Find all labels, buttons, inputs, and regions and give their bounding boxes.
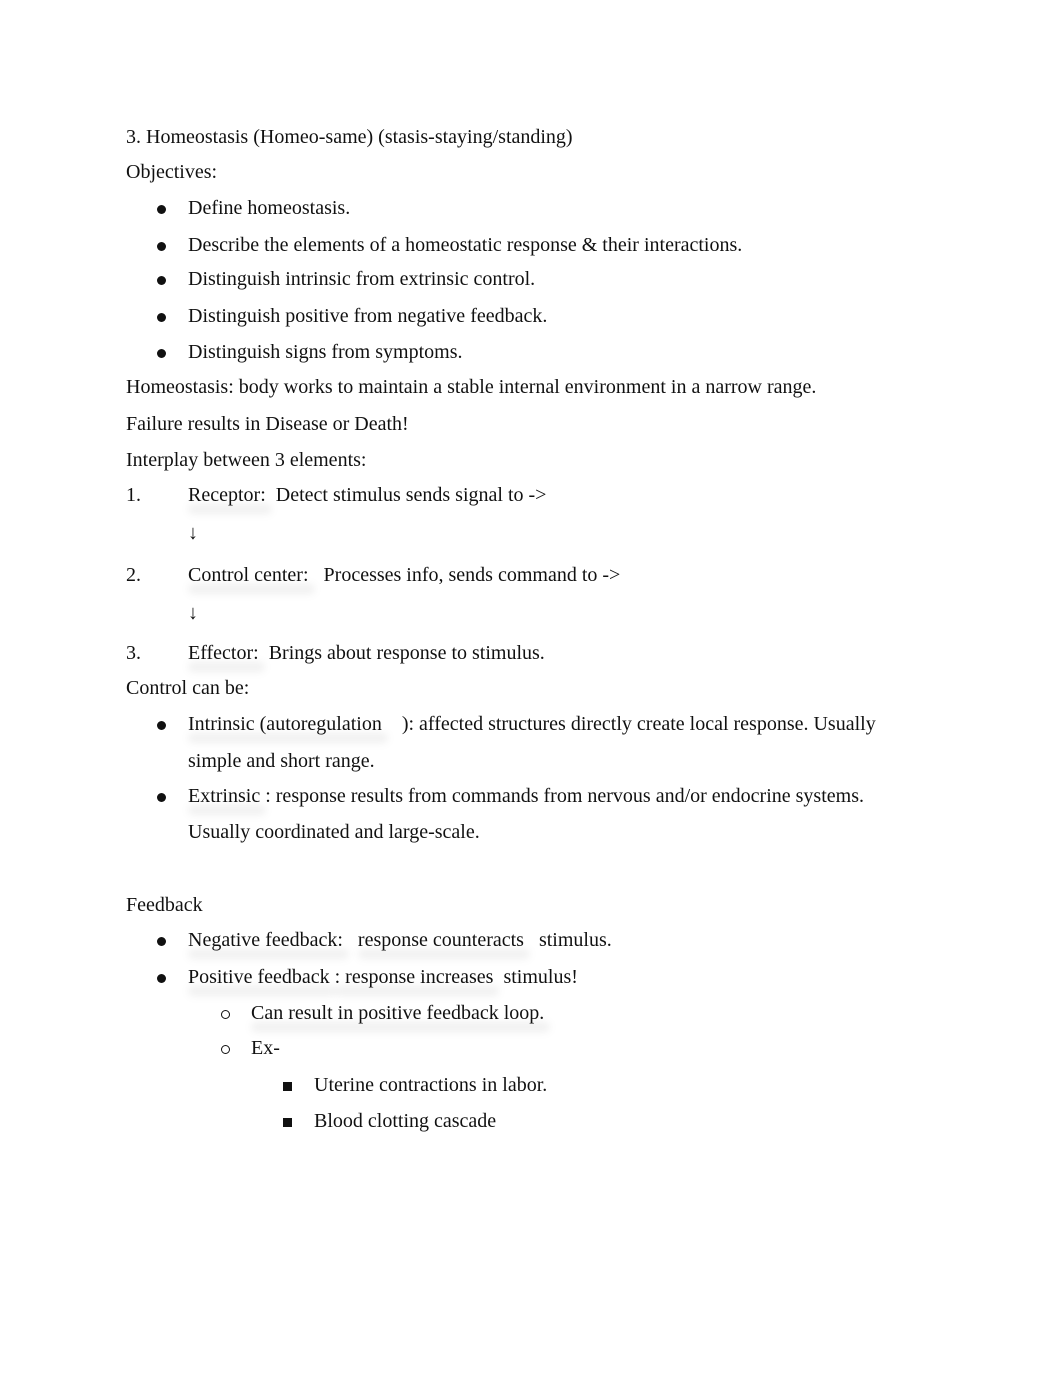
objective-item: Distinguish signs from symptoms. xyxy=(188,341,463,363)
sub-item: Ex- xyxy=(251,1037,280,1059)
element-term: Receptor: xyxy=(188,484,266,506)
bullet-icon xyxy=(157,712,166,736)
objective-item: Define homeostasis. xyxy=(188,197,351,219)
objective-item: Describe the elements of a homeostatic r… xyxy=(188,234,743,256)
objective-item: Distinguish positive from negative feedb… xyxy=(188,305,548,327)
feedback-term: Positive feedback xyxy=(188,966,330,988)
element-desc: Detect stimulus sends signal to -> xyxy=(275,484,547,506)
control-label: Control can be: xyxy=(126,677,250,699)
feedback-mid: : response increases xyxy=(334,966,494,988)
sub-item: Can result in positive feedback loop. xyxy=(251,1002,545,1024)
element-number: 3. xyxy=(126,642,141,664)
element-desc: Processes info, sends command to -> xyxy=(323,564,621,586)
document-page: 3. Homeostasis (Homeo-same) (stasis-stay… xyxy=(0,0,1062,1376)
element-term: Effector: xyxy=(188,642,259,664)
failure-text: Failure results in Disease or Death! xyxy=(126,413,409,435)
definition-text: Homeostasis: body works to maintain a st… xyxy=(126,376,817,398)
element-number: 1. xyxy=(126,484,141,506)
bullet-icon xyxy=(157,784,166,808)
control-term: Extrinsic xyxy=(188,785,261,807)
element-effector: Effector: Brings about response to stimu… xyxy=(188,641,545,665)
feedback-negative: Negative feedback: response counteracts … xyxy=(188,928,612,952)
control-intrinsic: Intrinsic (autoregulation ): affected st… xyxy=(188,712,876,736)
square-bullet-icon xyxy=(283,1073,292,1097)
example-item: Uterine contractions in labor. xyxy=(314,1074,548,1096)
section-title: 3. Homeostasis (Homeo-same) (stasis-stay… xyxy=(126,126,573,148)
control-desc-cont: simple and short range. xyxy=(188,750,375,772)
feedback-label: Feedback xyxy=(126,894,203,916)
element-desc: Brings about response to stimulus. xyxy=(268,642,545,664)
objectives-label: Objectives: xyxy=(126,161,218,183)
example-item: Blood clotting cascade xyxy=(314,1110,497,1132)
element-receptor: Receptor: Detect stimulus sends signal t… xyxy=(188,483,546,507)
feedback-end: stimulus! xyxy=(503,966,578,988)
feedback-mid: response counteracts xyxy=(357,929,524,951)
bullet-icon xyxy=(157,965,166,989)
bullet-icon xyxy=(157,340,166,364)
feedback-end: stimulus. xyxy=(538,929,612,951)
feedback-term: Negative feedback: xyxy=(188,929,343,951)
bullet-icon xyxy=(157,196,166,220)
bullet-icon xyxy=(157,928,166,952)
element-control-center: Control center: Processes info, sends co… xyxy=(188,563,620,587)
bullet-icon xyxy=(157,304,166,328)
square-bullet-icon xyxy=(283,1109,292,1133)
interplay-label: Interplay between 3 elements: xyxy=(126,449,367,471)
circle-bullet-icon xyxy=(221,1036,230,1060)
down-arrow-icon: ↓ xyxy=(188,522,198,544)
control-desc-cont: Usually coordinated and large-scale. xyxy=(188,821,480,843)
control-desc: : response results from commands from ne… xyxy=(260,785,864,807)
control-desc: ): affected structures directly create l… xyxy=(401,713,876,735)
control-term: Intrinsic (autoregulation xyxy=(188,713,382,735)
circle-bullet-icon xyxy=(221,1001,230,1025)
bullet-icon xyxy=(157,267,166,291)
bullet-icon xyxy=(157,233,166,257)
element-number: 2. xyxy=(126,564,141,586)
control-extrinsic: Extrinsic : response results from comman… xyxy=(188,784,864,808)
feedback-positive: Positive feedback : response increases s… xyxy=(188,965,578,989)
element-term: Control center: xyxy=(188,564,309,586)
down-arrow-icon: ↓ xyxy=(188,602,198,624)
objective-item: Distinguish intrinsic from extrinsic con… xyxy=(188,268,536,290)
